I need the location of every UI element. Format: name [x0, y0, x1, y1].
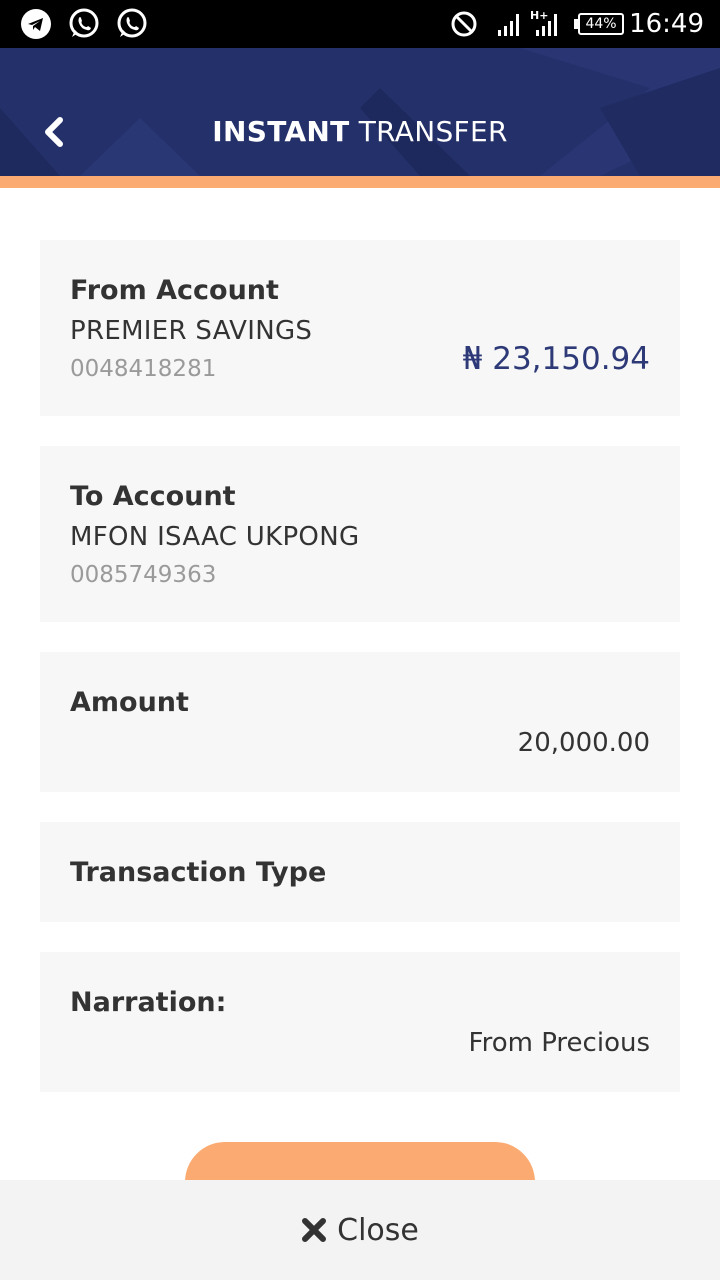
close-button[interactable]: Close [0, 1180, 720, 1280]
narration-card[interactable]: Narration: From Precious [40, 952, 680, 1092]
from-account-card[interactable]: From Account PREMIER SAVINGS 0048418281 … [40, 240, 680, 416]
narration-label: Narration: [70, 987, 227, 1018]
page-title-rest: TRANSFER [349, 115, 508, 148]
app-header: INSTANT TRANSFER [0, 48, 720, 176]
amount-value: 20,000.00 [517, 728, 650, 758]
signal-icon [498, 14, 519, 36]
whatsapp-icon [117, 8, 147, 38]
do-not-disturb-icon [451, 11, 477, 37]
from-account-label: From Account [70, 275, 279, 306]
header-accent-bar [0, 176, 720, 188]
page-title: INSTANT TRANSFER [0, 114, 720, 150]
page-title-bold: INSTANT [212, 115, 350, 148]
amount-label: Amount [70, 687, 189, 718]
status-bar: H+ 44% 16:49 [0, 0, 720, 48]
svg-text:H+: H+ [530, 9, 548, 22]
to-account-name: MFON ISAAC UKPONG [70, 522, 360, 552]
from-account-number: 0048418281 [70, 356, 217, 382]
whatsapp-icon [69, 8, 99, 38]
close-icon [302, 1218, 327, 1242]
to-account-label: To Account [70, 481, 236, 512]
hplus-signal-icon: H+ [530, 9, 557, 36]
status-time: 16:49 [629, 9, 704, 39]
telegram-icon [21, 9, 51, 39]
amount-card[interactable]: Amount 20,000.00 [40, 652, 680, 792]
from-account-name: PREMIER SAVINGS [70, 316, 313, 346]
to-account-number: 0085749363 [70, 562, 217, 588]
transaction-type-card[interactable]: Transaction Type [40, 822, 680, 922]
from-account-balance: ₦ 23,150.94 [462, 341, 650, 377]
transaction-type-label: Transaction Type [70, 857, 327, 888]
narration-value: From Precious [468, 1028, 650, 1058]
battery-icon: 44% [578, 13, 624, 35]
close-label: Close [337, 1212, 419, 1248]
header-background-pattern [0, 48, 720, 176]
to-account-card[interactable]: To Account MFON ISAAC UKPONG 0085749363 [40, 446, 680, 622]
